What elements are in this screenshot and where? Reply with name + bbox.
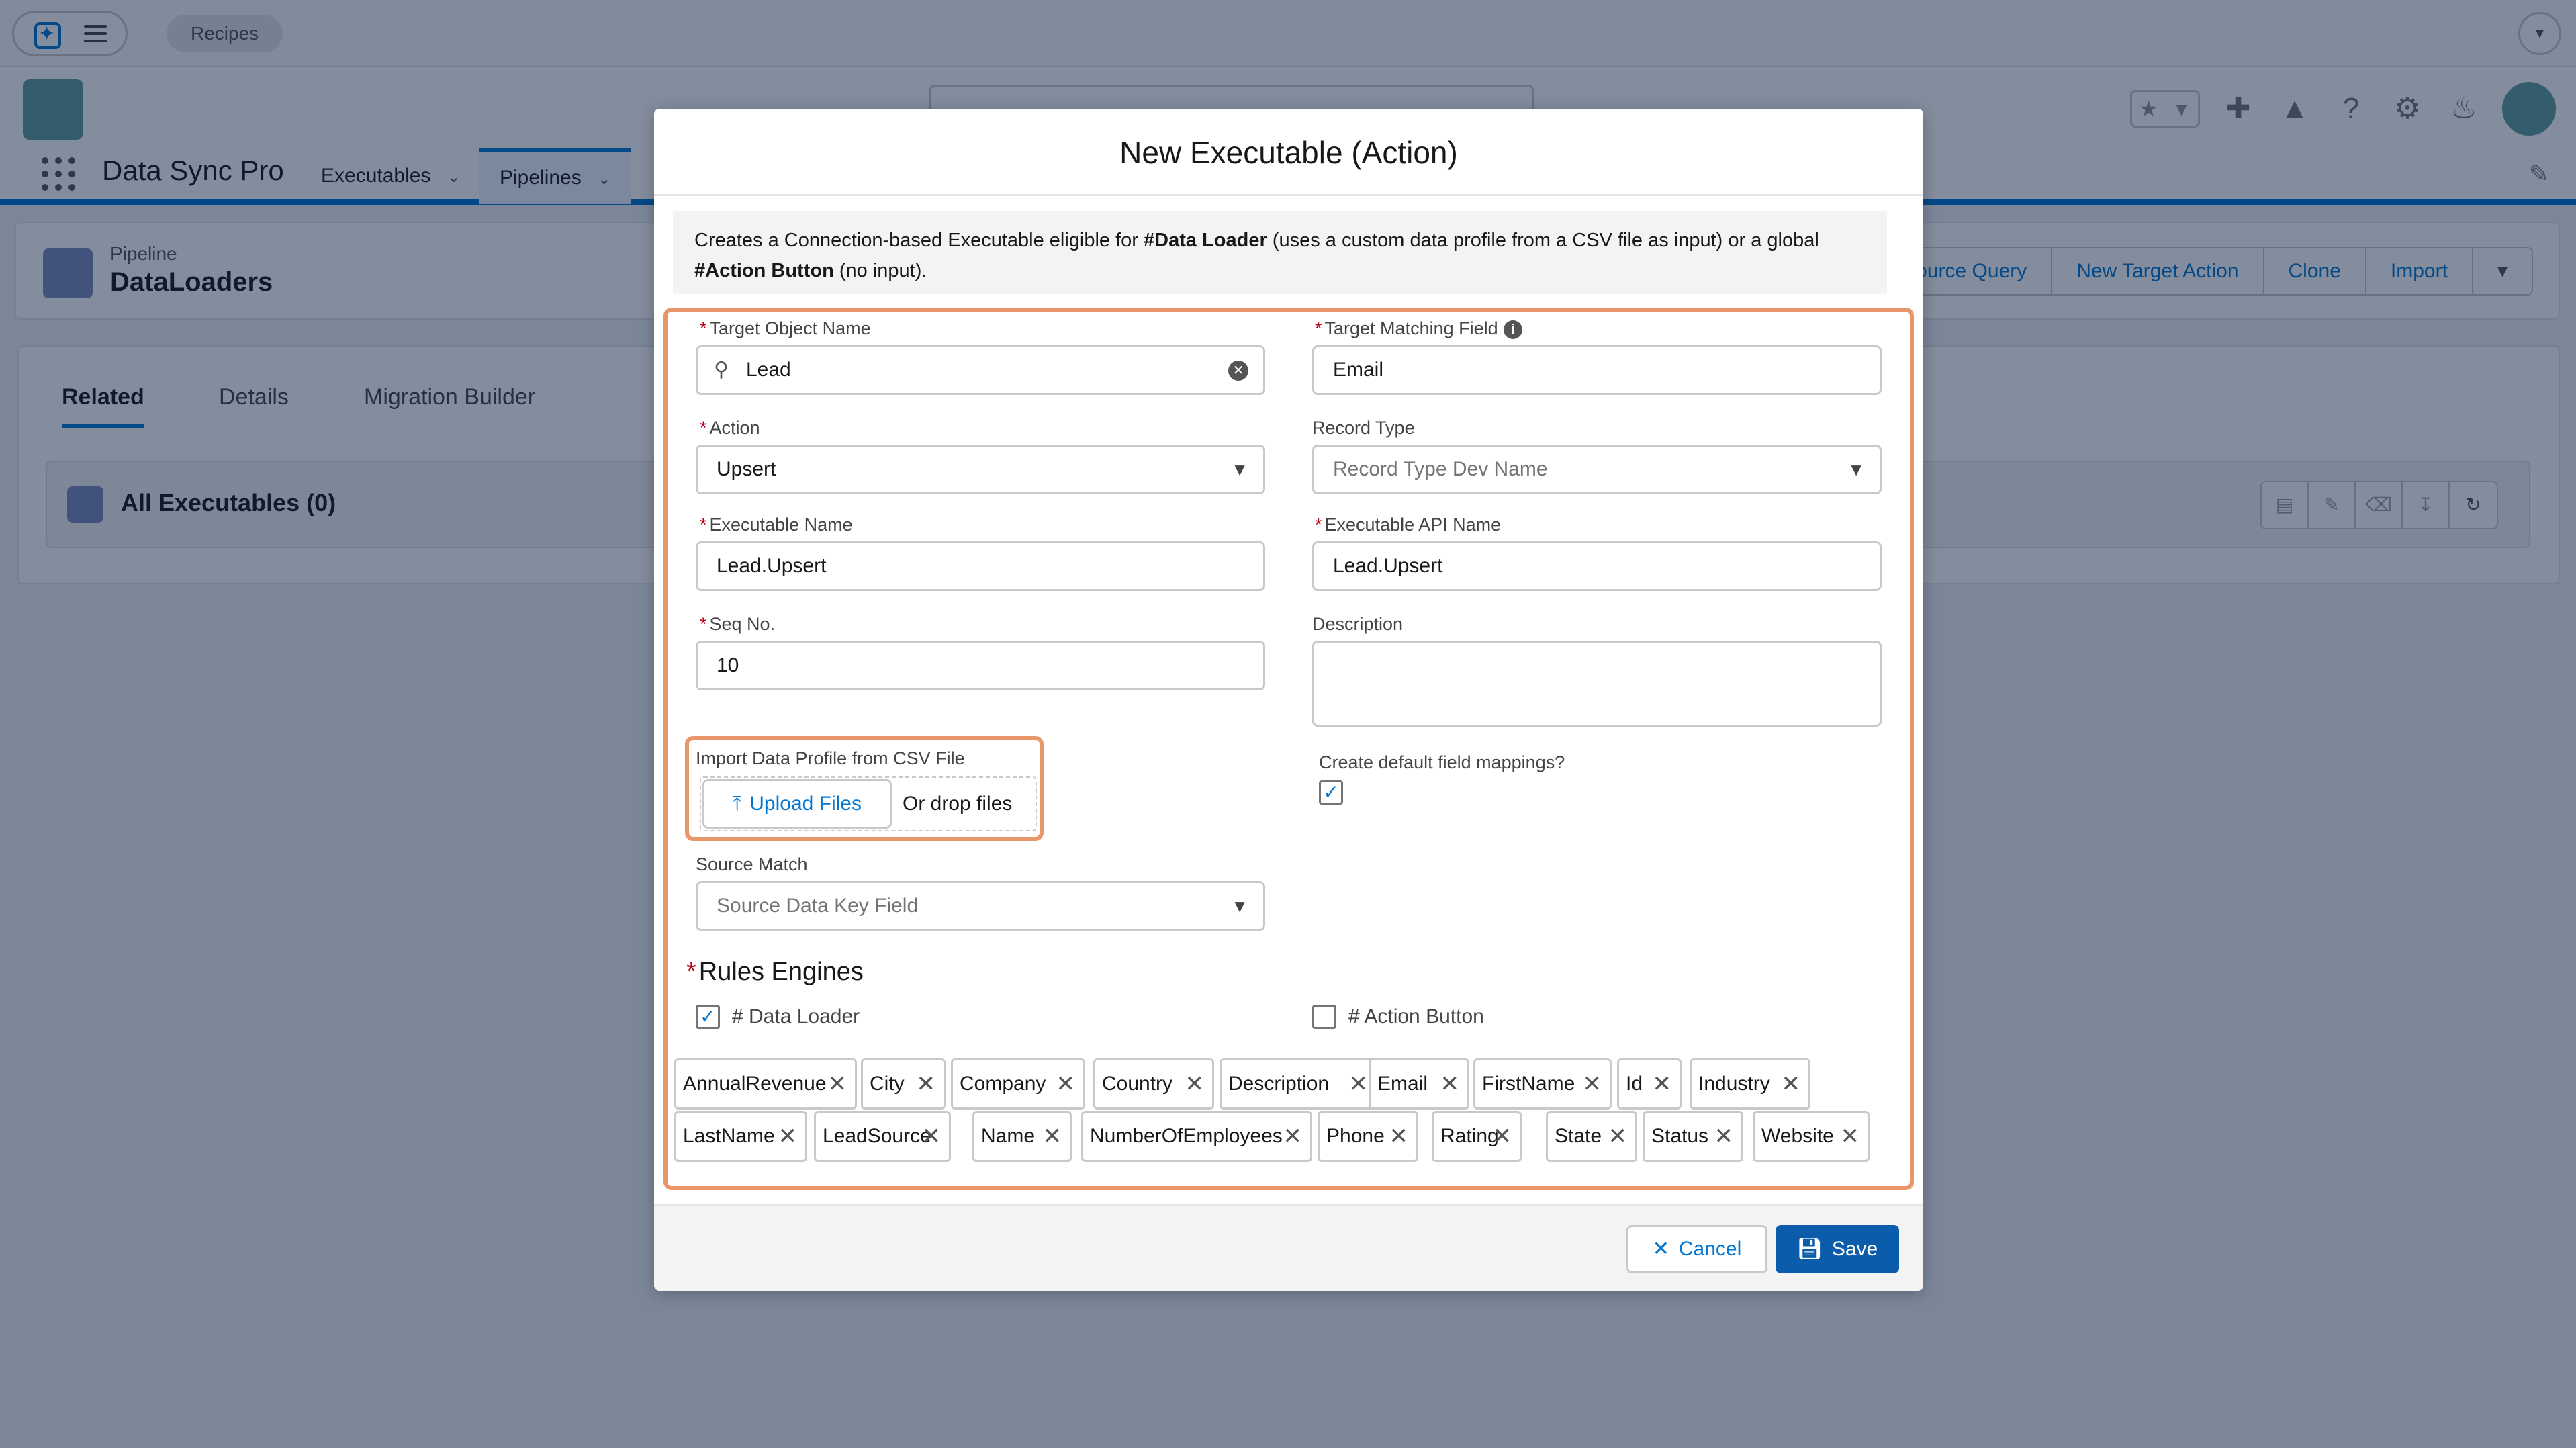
field-pill: Website ✕	[1753, 1111, 1870, 1162]
action-select[interactable]: Upsert ▼	[696, 445, 1265, 494]
info-bold-data-loader: #Data Loader	[1144, 230, 1267, 251]
description-textarea[interactable]	[1312, 641, 1882, 727]
close-icon[interactable]: ✕	[1056, 1060, 1076, 1107]
drop-files-text: Or drop files	[903, 793, 1013, 815]
description-label: Description	[1312, 614, 1404, 634]
source-match-label: Source Match	[696, 854, 808, 874]
field-pill: LeadSource ✕	[814, 1111, 951, 1162]
field-pill: Email ✕	[1369, 1058, 1469, 1110]
default-mappings-checkbox[interactable]: ✓	[1319, 780, 1343, 805]
search-icon: ⚲	[714, 359, 729, 381]
field-pill: Description ✕	[1220, 1058, 1378, 1110]
info-text-1: Creates a Connection-based Executable el…	[694, 230, 1144, 251]
modal-title: New Executable (Action)	[1119, 135, 1458, 170]
source-match-select[interactable]: Source Data Key Field ▼	[696, 881, 1265, 931]
cancel-button[interactable]: ✕ Cancel	[1626, 1225, 1767, 1273]
close-icon[interactable]: ✕	[778, 1113, 798, 1160]
close-icon[interactable]: ✕	[1493, 1113, 1512, 1160]
save-icon: 💾︎	[1796, 1238, 1823, 1260]
clear-icon[interactable]: ✕	[1228, 361, 1248, 381]
data-loader-label: # Data Loader	[732, 1005, 860, 1028]
info-icon[interactable]: i	[1503, 320, 1522, 339]
target-object-input[interactable]: ⚲ Lead ✕	[696, 345, 1265, 395]
info-bold-action-button: #Action Button	[694, 260, 834, 281]
seq-no-label: * Seq No.	[700, 614, 776, 634]
field-pill: State ✕	[1546, 1111, 1637, 1162]
target-matching-label: * Target Matching Field i	[1315, 318, 1522, 339]
close-icon[interactable]: ✕	[1389, 1113, 1409, 1160]
data-loader-checkbox[interactable]: ✓	[696, 1005, 720, 1029]
seq-no-input[interactable]: 10	[696, 641, 1265, 690]
close-icon[interactable]: ✕	[1583, 1060, 1602, 1107]
field-pill: Name ✕	[972, 1111, 1072, 1162]
field-pill: City ✕	[861, 1058, 946, 1110]
new-executable-modal: New Executable (Action) Creates a Connec…	[654, 109, 1923, 1291]
action-label: * Action	[700, 418, 760, 438]
close-icon[interactable]: ✕	[1185, 1060, 1205, 1107]
field-pill: Industry ✕	[1690, 1058, 1810, 1110]
rules-engines-title: * Rules Engines	[686, 958, 864, 986]
field-pill: Company ✕	[951, 1058, 1085, 1110]
executable-api-name-input[interactable]: Lead.Upsert	[1312, 541, 1882, 591]
close-icon: ✕	[1652, 1238, 1669, 1260]
target-object-label: * Target Object Name	[700, 318, 871, 338]
field-pill: Phone ✕	[1318, 1111, 1418, 1162]
field-pill: AnnualRevenue ✕	[674, 1058, 857, 1110]
close-icon[interactable]: ✕	[1349, 1060, 1369, 1107]
executable-api-name-label: * Executable API Name	[1315, 514, 1502, 535]
close-icon[interactable]: ✕	[1608, 1113, 1628, 1160]
record-type-label: Record Type	[1312, 418, 1415, 438]
record-type-select[interactable]: Record Type Dev Name ▼	[1312, 445, 1882, 494]
close-icon[interactable]: ✕	[1283, 1113, 1303, 1160]
close-icon[interactable]: ✕	[922, 1113, 941, 1160]
target-matching-input[interactable]: Email	[1312, 345, 1882, 395]
close-icon[interactable]: ✕	[1714, 1113, 1734, 1160]
close-icon[interactable]: ✕	[1440, 1060, 1460, 1107]
field-pill: FirstName ✕	[1473, 1058, 1612, 1110]
close-icon[interactable]: ✕	[1653, 1060, 1672, 1107]
field-pill: LastName ✕	[674, 1111, 807, 1162]
modal-header: New Executable (Action)	[654, 109, 1923, 196]
field-pill: NumberOfEmployees ✕	[1081, 1111, 1312, 1162]
close-icon[interactable]: ✕	[1841, 1113, 1860, 1160]
close-icon[interactable]: ✕	[1043, 1113, 1062, 1160]
field-pill: Status ✕	[1643, 1111, 1743, 1162]
close-icon[interactable]: ✕	[917, 1060, 936, 1107]
executable-name-input[interactable]: Lead.Upsert	[696, 541, 1265, 591]
caret-down-icon: ▼	[1231, 896, 1248, 916]
default-mappings-label: Create default field mappings?	[1319, 752, 1565, 772]
info-box: Creates a Connection-based Executable el…	[673, 211, 1887, 294]
executable-name-label: * Executable Name	[700, 514, 853, 535]
info-text-3: (no input).	[833, 260, 927, 281]
import-profile-label: Import Data Profile from CSV File	[696, 748, 965, 768]
info-text-2: (uses a custom data profile from a CSV f…	[1267, 230, 1819, 251]
field-pill: Id ✕	[1617, 1058, 1682, 1110]
close-icon[interactable]: ✕	[1782, 1060, 1801, 1107]
save-button[interactable]: 💾︎ Save	[1776, 1225, 1899, 1273]
caret-down-icon: ▼	[1231, 459, 1248, 480]
action-button-checkbox[interactable]	[1312, 1005, 1336, 1029]
field-pill: Rating ✕	[1432, 1111, 1522, 1162]
upload-icon: ⤒	[732, 793, 742, 815]
field-pill: Country ✕	[1093, 1058, 1214, 1110]
upload-files-button[interactable]: ⤒ Upload Files	[702, 779, 892, 829]
action-button-label: # Action Button	[1348, 1005, 1484, 1028]
caret-down-icon: ▼	[1847, 459, 1865, 480]
close-icon[interactable]: ✕	[828, 1060, 847, 1107]
